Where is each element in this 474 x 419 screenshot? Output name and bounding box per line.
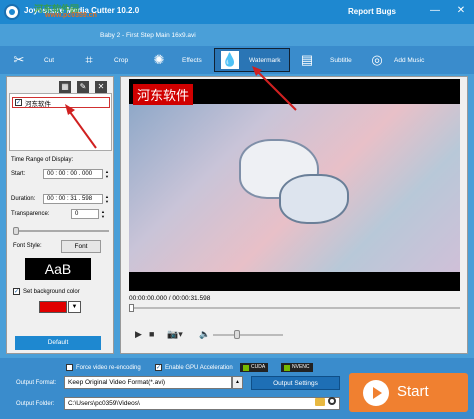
stop-icon[interactable]: ■	[149, 329, 154, 339]
nvenc-badge: NVENC	[281, 363, 313, 372]
start-button-label: Start	[397, 383, 429, 400]
tab-effects[interactable]: ✺ Effects	[144, 48, 212, 72]
effects-icon: ✺	[153, 52, 165, 67]
watermark-settings-panel: ▦ ✎ ✕ ✓ 河东软件 Time Range of Display: Star…	[6, 76, 114, 354]
output-format-label: Output Format:	[16, 380, 57, 386]
tab-subtitle-label: Subtitle	[330, 56, 352, 64]
transparence-slider-thumb[interactable]	[13, 227, 19, 235]
minimize-button[interactable]: —	[428, 4, 442, 18]
force-reencode-checkbox[interactable]	[66, 364, 73, 371]
video-frame	[129, 104, 460, 272]
gpu-accel-label: Enable GPU Acceleration	[165, 364, 233, 371]
nvidia-icon	[243, 364, 249, 371]
delete-watermark-icon[interactable]: ✕	[95, 81, 107, 93]
seek-bar-track[interactable]	[129, 307, 460, 309]
start-button[interactable]: Start	[349, 373, 468, 412]
video-player[interactable]: 河东软件	[129, 79, 460, 291]
volume-slider-thumb[interactable]	[234, 330, 240, 339]
close-button[interactable]: ✕	[454, 4, 468, 18]
output-format-select[interactable]: Keep Original Video Format(*.avi)	[64, 376, 232, 389]
feature-tab-bar: ✂ Cut ⌗ Crop ✺ Effects 💧 Watermark ▤ Sub…	[0, 46, 474, 74]
transparence-input[interactable]: 0	[71, 209, 99, 219]
watermark-text-overlay[interactable]: 河东软件	[133, 84, 194, 105]
tab-crop-label: Crop	[114, 56, 129, 64]
snapshot-camera-icon[interactable]: 📷▾	[167, 329, 183, 340]
output-folder-label: Output Folder:	[16, 401, 55, 407]
site-watermark-url: www.pc0359.cn	[45, 12, 97, 19]
start-time-spinner[interactable]: ▲ ▼	[104, 169, 110, 179]
tab-crop[interactable]: ⌗ Crop	[74, 48, 142, 72]
output-settings-button[interactable]: Output Settings	[251, 376, 340, 390]
nvenc-badge-label: NVENC	[292, 364, 310, 370]
video-preview-panel: 河东软件 00:00:00.000 / 00:00:31.598 ▶ ■ 📷▾ …	[120, 76, 468, 354]
start-time-input[interactable]: 00 : 00 : 00 . 000	[43, 169, 103, 179]
tab-cut[interactable]: ✂ Cut	[4, 48, 72, 72]
force-reencode-option[interactable]: Force video re-encoding	[66, 364, 141, 371]
watermark-item-label: 河东软件	[25, 100, 51, 108]
gpu-accel-checkbox[interactable]: ✓	[155, 364, 162, 371]
set-bg-color-checkbox[interactable]: ✓	[13, 288, 20, 295]
volume-slider-track[interactable]	[213, 334, 283, 336]
tab-watermark-label: Watermark	[249, 56, 281, 64]
tab-effects-label: Effects	[182, 56, 202, 64]
set-bg-color-option[interactable]: ✓ Set background color	[13, 288, 80, 295]
set-bg-color-label: Set background color	[23, 288, 80, 295]
time-range-label: Time Range of Display:	[11, 157, 74, 163]
force-reencode-label: Force video re-encoding	[76, 364, 141, 371]
transparence-spinner[interactable]: ▲ ▼	[100, 209, 106, 219]
report-bugs-link[interactable]: Report Bugs	[348, 7, 396, 16]
cuda-badge-label: CUDA	[251, 364, 266, 370]
watermark-item-checkbox[interactable]: ✓	[15, 99, 22, 106]
watermark-list-item[interactable]: ✓ 河东软件	[12, 97, 110, 108]
app-logo-icon	[4, 4, 20, 20]
bg-color-swatch[interactable]	[39, 301, 67, 313]
start-arrow-icon	[363, 380, 389, 406]
watermark-toolbar: ▦ ✎ ✕	[59, 81, 107, 93]
scissors-icon: ✂	[13, 52, 25, 67]
search-icon[interactable]	[328, 397, 336, 405]
play-icon[interactable]: ▶	[135, 329, 142, 340]
font-preview: AaB	[25, 258, 91, 280]
crop-icon: ⌗	[85, 52, 93, 67]
volume-icon[interactable]: 🔈	[199, 329, 210, 340]
music-icon: ◎	[371, 52, 383, 67]
output-format-dropdown-icon[interactable]: ▲	[232, 376, 243, 389]
watermark-icon: 💧	[221, 51, 239, 69]
duration-label: Duration:	[11, 196, 36, 202]
duration-spinner[interactable]: ▲ ▼	[104, 194, 110, 204]
cuda-badge: CUDA	[240, 363, 269, 372]
transparence-slider-track[interactable]	[13, 230, 109, 232]
watermark-list: ✓ 河东软件	[9, 93, 112, 151]
start-label: Start:	[11, 171, 26, 177]
output-folder-input[interactable]: C:\Users\pc0359\Videos\	[64, 397, 340, 410]
duration-input[interactable]: 00 : 00 : 31 . 598	[43, 194, 103, 204]
playback-timecode: 00:00:00.000 / 00:00:31.598	[129, 295, 211, 302]
transparence-label: Transparence:	[11, 211, 50, 217]
add-image-watermark-icon[interactable]: ▦	[59, 81, 71, 93]
tab-subtitle[interactable]: ▤ Subtitle	[292, 48, 360, 72]
nvidia-icon	[284, 364, 290, 371]
add-text-watermark-icon[interactable]: ✎	[77, 81, 89, 93]
tab-watermark[interactable]: 💧 Watermark	[214, 48, 290, 72]
seek-bar-thumb[interactable]	[129, 304, 134, 312]
open-folder-icon[interactable]	[315, 398, 325, 406]
font-style-label: Font Style:	[13, 243, 42, 249]
tab-add-music-label: Add Music	[394, 56, 425, 64]
tab-cut-label: Cut	[44, 56, 55, 64]
subtitle-icon: ▤	[300, 52, 314, 67]
loaded-file-name: Baby 2 - First Step Main 16x9.avi	[100, 32, 196, 39]
gpu-accel-option[interactable]: ✓ Enable GPU Acceleration	[155, 364, 233, 371]
tab-add-music[interactable]: ◎ Add Music	[362, 48, 438, 72]
default-button[interactable]: Default	[15, 336, 101, 350]
font-button[interactable]: Font	[61, 240, 101, 253]
bg-color-dropdown[interactable]: ▼	[68, 301, 81, 313]
baby-shoe-image	[279, 174, 349, 224]
